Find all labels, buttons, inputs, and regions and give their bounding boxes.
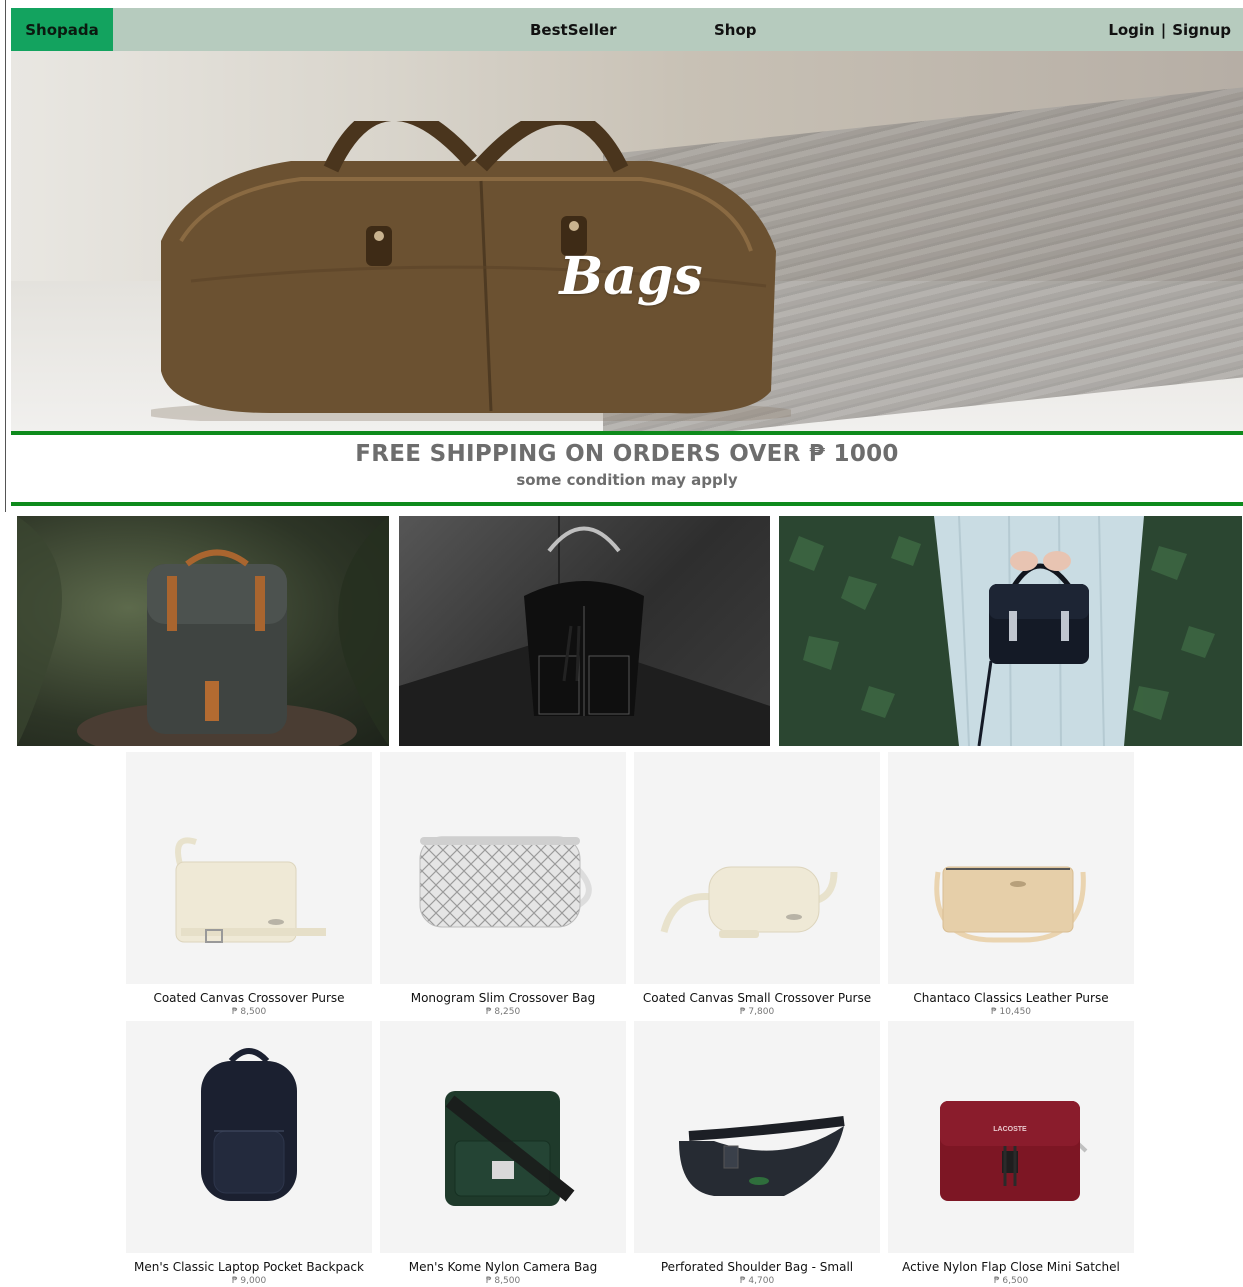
camera-bag-icon (445, 1091, 575, 1206)
product-price: ₱ 9,000 (231, 1276, 267, 1286)
mini-satchel-icon: LACOSTE (940, 1101, 1088, 1201)
product-name[interactable]: Monogram Slim Crossover Bag (380, 991, 626, 1005)
product-card[interactable]: Perforated Shoulder Bag - Small ₱ 4,700 (634, 1021, 880, 1286)
hero-title: Bags (559, 246, 703, 307)
monogram-bag-icon (419, 836, 592, 928)
product-card[interactable]: Men's Classic Laptop Pocket Backpack ₱ 9… (126, 1021, 372, 1286)
backpack-illustration (17, 516, 389, 746)
product-price: ₱ 8,250 (485, 1007, 521, 1017)
bucket-bag-illustration (399, 516, 770, 746)
brand-logo-link[interactable]: Shopada (11, 8, 113, 51)
product-photo[interactable]: LACOSTE (888, 1021, 1134, 1253)
product-card[interactable]: LACOSTE Active Nylon Flap Close Mini Sat… (888, 1021, 1134, 1286)
navbar: Shopada BestSeller Shop Login | Signup (11, 8, 1243, 51)
nav-bestseller-link[interactable]: BestSeller (530, 8, 617, 51)
auth-separator: | (1160, 20, 1167, 39)
feature-bucket-bag-image[interactable] (399, 516, 770, 746)
product-photo[interactable] (380, 1021, 626, 1253)
product-card[interactable]: Monogram Slim Crossover Bag ₱ 8,250 (380, 752, 626, 1017)
small-crossover-purse-icon (660, 866, 838, 938)
product-price: ₱ 6,500 (993, 1276, 1029, 1286)
signup-link[interactable]: Signup (1172, 21, 1231, 39)
page-left-border (5, 0, 6, 512)
laptop-backpack-icon (201, 1048, 297, 1201)
crossover-purse-icon (175, 837, 326, 943)
product-name[interactable]: Men's Classic Laptop Pocket Backpack (126, 1260, 372, 1274)
feature-satchel-image[interactable] (779, 516, 1242, 746)
product-price: ₱ 8,500 (485, 1276, 521, 1286)
feature-backpack-image[interactable] (17, 516, 389, 746)
product-photo[interactable] (634, 752, 880, 984)
product-name[interactable]: Coated Canvas Crossover Purse (126, 991, 372, 1005)
product-price: ₱ 7,800 (739, 1007, 775, 1017)
product-photo[interactable] (126, 752, 372, 984)
product-photo[interactable] (126, 1021, 372, 1253)
product-photo[interactable] (634, 1021, 880, 1253)
product-card[interactable]: Chantaco Classics Leather Purse ₱ 10,450 (888, 752, 1134, 1017)
shoulder-bag-icon (679, 1116, 845, 1196)
shipping-subtitle: some condition may apply (516, 471, 738, 489)
login-link[interactable]: Login (1108, 21, 1154, 39)
product-photo[interactable] (888, 752, 1134, 984)
product-photo[interactable] (380, 752, 626, 984)
product-card[interactable]: Coated Canvas Small Crossover Purse ₱ 7,… (634, 752, 880, 1017)
nav-shop-link[interactable]: Shop (714, 8, 757, 51)
product-name[interactable]: Perforated Shoulder Bag - Small (634, 1260, 880, 1274)
auth-links: Login | Signup (1108, 8, 1231, 51)
shipping-divider-bottom (11, 502, 1243, 506)
product-price: ₱ 4,700 (739, 1276, 775, 1286)
shipping-title: FREE SHIPPING ON ORDERS OVER ₱ 1000 (355, 441, 899, 467)
product-price: ₱ 10,450 (990, 1007, 1032, 1017)
product-card[interactable]: Coated Canvas Crossover Purse ₱ 8,500 (126, 752, 372, 1017)
leather-purse-icon (934, 866, 1086, 943)
hero-banner: Bags (11, 51, 1243, 431)
product-price: ₱ 8,500 (231, 1007, 267, 1017)
product-name[interactable]: Active Nylon Flap Close Mini Satchel (888, 1260, 1134, 1274)
product-name[interactable]: Coated Canvas Small Crossover Purse (634, 991, 880, 1005)
satchel-illustration (789, 516, 1215, 746)
product-card[interactable]: Men's Kome Nylon Camera Bag ₱ 8,500 (380, 1021, 626, 1286)
product-name[interactable]: Chantaco Classics Leather Purse (888, 991, 1134, 1005)
shipping-divider-top (11, 431, 1243, 435)
product-name[interactable]: Men's Kome Nylon Camera Bag (380, 1260, 626, 1274)
svg-text:LACOSTE: LACOSTE (993, 1126, 1027, 1133)
